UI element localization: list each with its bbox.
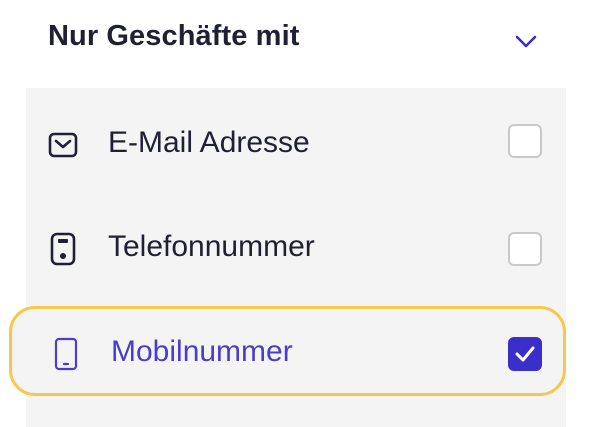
checkmark-icon [515,346,535,362]
envelope-icon [48,132,78,158]
option-label: Telefonnummer [108,230,315,263]
filter-title: Nur Geschäfte mit [48,20,300,52]
landline-phone-icon [50,232,76,266]
checkbox-phone[interactable] [508,232,542,266]
checkbox-mobile[interactable] [508,337,542,371]
option-label: Mobilnummer [111,335,293,368]
chevron-down-icon[interactable] [512,30,540,52]
checkbox-email[interactable] [508,124,542,158]
filter-section: Nur Geschäfte mit E-Mail Adresse Telefon… [0,0,596,427]
filter-options-panel: E-Mail Adresse Telefonnummer Mobilnummer [9,88,566,427]
option-email[interactable]: E-Mail Adresse [26,90,566,196]
filter-header[interactable]: Nur Geschäfte mit [0,0,596,88]
option-mobile[interactable]: Mobilnummer [9,306,566,396]
mobile-phone-icon [54,337,78,371]
option-phone[interactable]: Telefonnummer [26,196,566,302]
option-label: E-Mail Adresse [108,126,310,159]
